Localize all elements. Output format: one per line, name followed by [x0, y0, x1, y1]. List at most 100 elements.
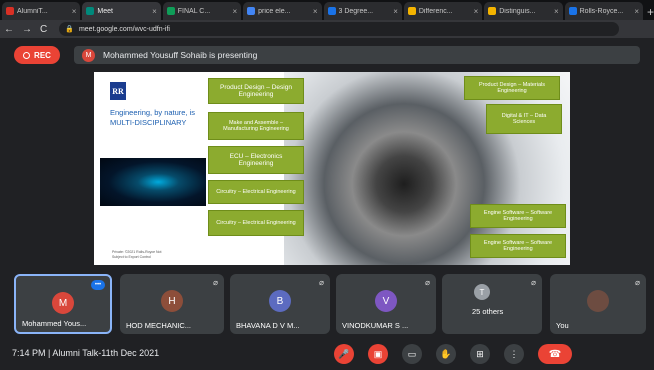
tab-favicon-icon [488, 7, 497, 15]
slide-footer: Private: ©2021 Rolls-Royce Not Subject t… [112, 250, 162, 259]
brain-circuit-image [100, 158, 206, 206]
browser-tab[interactable]: FINAL C... × [162, 2, 242, 20]
participant-name: 25 others [472, 307, 504, 316]
participant-tile[interactable]: ⌀ V VINODKUMAR S ... [336, 274, 436, 334]
browser-tab[interactable]: Distinguis... × [484, 2, 563, 20]
slide-box-left: Circuitry – Electrical Engineering [208, 210, 304, 236]
presenting-text: Mohammed Yousuff Sohaib is presenting [103, 50, 258, 60]
slide-box-right: Product Design – Materials Engineering [464, 76, 560, 100]
close-tab-icon[interactable]: × [232, 7, 237, 16]
tab-title: price ele... [258, 7, 291, 15]
slide-box-left: Make and Assemble – Manufacturing Engine… [208, 112, 304, 140]
bottom-bar: 7:14 PM | Alumni Talk-11th Dec 2021 🎤 ▣ … [0, 338, 654, 370]
speaking-indicator-icon: ••• [91, 280, 105, 290]
presenting-banner: M Mohammed Yousuff Sohaib is presenting [74, 46, 640, 64]
tab-title: Distinguis... [499, 7, 536, 15]
participant-tile[interactable]: ⌀ T 25 others [442, 274, 542, 334]
participant-tile[interactable]: ⌀ H HOD MECHANIC... [120, 274, 224, 334]
close-tab-icon[interactable]: × [393, 7, 398, 16]
forward-icon[interactable]: → [22, 24, 32, 35]
recording-badge: REC [14, 46, 60, 64]
tab-title: Rolls-Royce... [579, 7, 624, 15]
slide-box-left: Product Design – Design Engineering [208, 78, 304, 104]
mic-off-icon: ⌀ [425, 278, 430, 287]
tab-title: Meet [97, 7, 113, 15]
recording-label: REC [34, 50, 51, 60]
url-text: meet.google.com/wvc-udfn-ifi [78, 25, 170, 33]
avatar: T [474, 284, 490, 300]
tab-favicon-icon [166, 7, 175, 15]
raise-hand-button[interactable]: ✋ [436, 344, 456, 364]
close-tab-icon[interactable]: × [474, 7, 479, 16]
mic-toggle-button[interactable]: 🎤 [334, 344, 354, 364]
hand-icon: ✋ [440, 348, 452, 359]
tab-title: FINAL C... [177, 7, 211, 15]
avatar: M [52, 292, 74, 314]
slide-box-right: Engine Software – Software Engineering [470, 204, 566, 228]
leave-call-button[interactable]: ☎ [538, 344, 572, 364]
participant-tile[interactable]: ⌀ B BHAVANA D V M... [230, 274, 330, 334]
participant-strip: ••• M Mohammed Yous... ⌀ H HOD MECHANIC.… [0, 274, 654, 334]
tab-title: 3 Degree... [338, 7, 374, 15]
slide-box-right: Engine Software – Software Engineering [470, 234, 566, 258]
browser-tab[interactable]: Rolls-Royce... × [564, 2, 643, 20]
tab-title: Differenc... [418, 7, 453, 15]
browser-tab[interactable]: Differenc... × [403, 2, 483, 20]
close-tab-icon[interactable]: × [554, 7, 559, 16]
captions-button[interactable]: ▭ [402, 344, 422, 364]
camera-off-icon: ▣ [373, 348, 383, 359]
close-tab-icon[interactable]: × [152, 7, 157, 16]
slide-box-left: ECU – Electronics Engineering [208, 146, 304, 174]
browser-tab-strip: AlumniT... × Meet × FINAL C... × price ele... ×… [0, 0, 654, 20]
participant-tile[interactable]: ⌀ You [550, 274, 646, 334]
avatar: V [375, 290, 397, 312]
close-tab-icon[interactable]: × [634, 7, 639, 16]
tab-title: AlumniT... [17, 7, 48, 15]
more-vert-icon: ⋮ [509, 348, 519, 359]
tab-favicon-icon [407, 7, 416, 15]
tab-favicon-icon [86, 7, 95, 15]
meeting-time: 7:14 PM [12, 348, 46, 358]
participant-tile[interactable]: ••• M Mohammed Yous... [14, 274, 112, 334]
present-button[interactable]: ⊞ [470, 344, 490, 364]
slide-box-right: Digital & IT – Data Sciences [486, 104, 562, 134]
meeting-separator: | [48, 348, 51, 358]
tab-favicon-icon [568, 7, 577, 15]
mic-off-icon: ⌀ [319, 278, 324, 287]
record-icon [23, 51, 31, 59]
mic-off-icon: 🎤 [338, 348, 350, 359]
browser-tab[interactable]: AlumniT... × [2, 2, 81, 20]
close-tab-icon[interactable]: × [72, 7, 77, 16]
rolls-royce-logo: RR [110, 82, 126, 100]
participant-name: HOD MECHANIC... [126, 321, 192, 330]
participant-name: Mohammed Yous... [22, 319, 87, 328]
phone-hangup-icon: ☎ [548, 348, 562, 360]
browser-toolbar: ← → C 🔒 meet.google.com/wvc-udfn-ifi [0, 20, 654, 38]
participant-name: VINODKUMAR S ... [342, 321, 409, 330]
back-icon[interactable]: ← [4, 24, 14, 35]
browser-tab[interactable]: Meet × [82, 2, 161, 20]
mic-off-icon: ⌀ [635, 278, 640, 287]
participant-name: You [556, 321, 569, 330]
participant-name: BHAVANA D V M... [236, 321, 300, 330]
tab-favicon-icon [327, 7, 336, 15]
tab-favicon-icon [247, 7, 256, 15]
present-icon: ⊞ [476, 348, 484, 359]
meet-window: REC M Mohammed Yousuff Sohaib is present… [0, 38, 654, 370]
meeting-info: 7:14 PM | Alumni Talk-11th Dec 2021 [12, 348, 159, 358]
browser-tab[interactable]: price ele... × [243, 2, 322, 20]
avatar [587, 290, 609, 312]
slide-box-left: Circuitry – Electrical Engineering [208, 180, 304, 204]
mic-off-icon: ⌀ [531, 278, 536, 287]
reload-icon[interactable]: C [40, 24, 47, 35]
address-bar[interactable]: 🔒 meet.google.com/wvc-udfn-ifi [59, 22, 620, 36]
slide-tagline: Engineering, by nature, is MULTI-DISCIPL… [110, 108, 196, 127]
meeting-title: Alumni Talk-11th Dec 2021 [52, 348, 160, 358]
more-options-button[interactable]: ⋮ [504, 344, 524, 364]
tab-favicon-icon [6, 7, 14, 15]
new-tab-button[interactable]: + [647, 4, 654, 20]
presentation-slide: RR Engineering, by nature, is MULTI-DISC… [94, 72, 570, 265]
camera-toggle-button[interactable]: ▣ [368, 344, 388, 364]
browser-tab[interactable]: 3 Degree... × [323, 2, 402, 20]
close-tab-icon[interactable]: × [313, 7, 318, 16]
